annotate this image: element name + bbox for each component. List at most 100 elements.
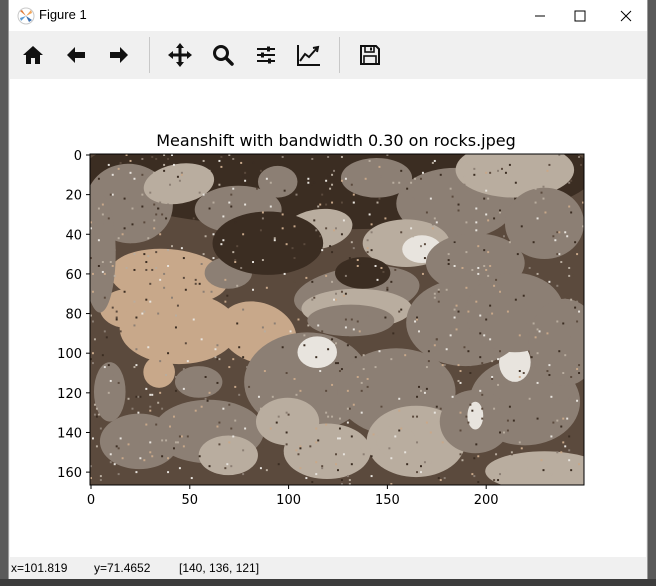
image-pixel <box>311 481 314 484</box>
image-pixel <box>548 163 551 166</box>
image-pixel <box>167 249 170 252</box>
image-pixel <box>536 272 539 275</box>
image-pixel <box>242 449 245 452</box>
image-pixel <box>147 362 150 365</box>
image-pixel <box>103 296 106 299</box>
image-pixel <box>254 336 256 339</box>
image-pixel <box>340 201 343 204</box>
image-pixel <box>453 264 456 267</box>
image-pixel <box>313 296 316 299</box>
image-pixel <box>131 223 134 226</box>
image-pixel <box>576 368 579 371</box>
image-pixel <box>398 429 401 432</box>
image-pixel <box>216 381 219 384</box>
image-pixel <box>151 155 154 158</box>
image-pixel <box>335 298 337 301</box>
image-pixel <box>165 217 168 220</box>
image-pixel <box>455 328 458 331</box>
home-button[interactable] <box>15 37 51 73</box>
close-button[interactable] <box>603 0 649 31</box>
forward-arrow-icon <box>110 47 128 63</box>
customize-button[interactable] <box>291 37 327 73</box>
image-pixel <box>425 211 428 214</box>
image-pixel <box>91 272 94 275</box>
image-pixel <box>431 223 434 226</box>
image-pixel <box>133 300 136 303</box>
y-tick-label: 40 <box>65 228 82 243</box>
image-pixel <box>117 473 120 476</box>
image-pixel <box>360 447 363 450</box>
image-pixel <box>416 471 419 474</box>
image-pixel <box>299 445 302 448</box>
image-pixel <box>153 227 156 230</box>
image-pixel <box>115 316 118 319</box>
image-pixel <box>340 290 343 293</box>
image-pixel <box>155 423 158 426</box>
image-pixel <box>97 264 100 267</box>
image-pixel <box>568 266 571 269</box>
segmented-image[interactable] <box>80 118 604 491</box>
image-pixel <box>556 419 559 422</box>
image-pixel <box>155 266 158 269</box>
image-pixel <box>374 366 377 369</box>
image-pixel <box>564 354 567 357</box>
pan-button[interactable] <box>162 37 198 73</box>
image-pixel <box>105 336 108 339</box>
image-pixel <box>133 253 136 256</box>
figure-window: Figure 1 Meanshift with bandwidth 0.30 o… <box>8 0 648 586</box>
image-pixel <box>489 264 492 267</box>
image-pixel <box>380 266 383 269</box>
image-pixel <box>335 227 337 230</box>
image-pixel <box>471 409 474 412</box>
image-pixel <box>307 181 310 184</box>
figure-canvas[interactable]: Meanshift with bandwidth 0.30 on rocks.j… <box>10 79 646 557</box>
y-tick-label: 100 <box>57 347 82 362</box>
image-pixel <box>285 411 288 414</box>
image-pixel <box>465 286 468 289</box>
image-pixel <box>133 324 136 327</box>
image-pixel <box>117 237 120 240</box>
image-pixel <box>220 243 223 246</box>
maximize-button[interactable] <box>557 0 603 31</box>
image-pixel <box>489 304 492 307</box>
image-pixel <box>113 274 116 277</box>
image-pixel <box>554 239 557 242</box>
image-pixel <box>139 441 142 444</box>
image-pixel <box>335 453 337 456</box>
image-pixel <box>133 268 136 271</box>
image-pixel <box>532 322 535 325</box>
image-pixel <box>244 179 247 182</box>
subplots-button[interactable] <box>248 37 284 73</box>
image-pixel <box>206 399 209 402</box>
image-pixel <box>536 417 539 420</box>
image-pixel <box>220 155 223 158</box>
back-button[interactable] <box>58 37 94 73</box>
forward-button[interactable] <box>101 37 137 73</box>
zoom-button[interactable] <box>205 37 241 73</box>
image-pixel <box>477 272 480 275</box>
configure-subplots-icon <box>257 46 275 64</box>
image-pixel <box>129 159 132 162</box>
image-pixel <box>151 455 154 458</box>
image-pixel <box>333 344 336 347</box>
image-pixel <box>254 455 256 458</box>
image-pixel <box>491 375 494 378</box>
image-pixel <box>576 253 579 256</box>
image-pixel <box>172 163 175 166</box>
image-pixel <box>210 304 213 307</box>
image-pixel <box>222 407 225 410</box>
image-pixel <box>538 328 541 331</box>
cursor-x-readout: x=101.819 <box>11 561 68 575</box>
image-pixel <box>236 284 239 287</box>
image-pixel <box>564 231 567 234</box>
save-button[interactable] <box>352 37 388 73</box>
image-pixel <box>232 157 235 160</box>
image-pixel <box>548 280 551 283</box>
image-pixel <box>423 209 426 212</box>
image-pixel <box>526 467 529 470</box>
image-pixel <box>526 322 529 325</box>
image-pixel <box>240 266 243 269</box>
image-pixel <box>153 203 156 206</box>
navigation-toolbar <box>9 31 647 79</box>
image-pixel <box>224 278 227 281</box>
